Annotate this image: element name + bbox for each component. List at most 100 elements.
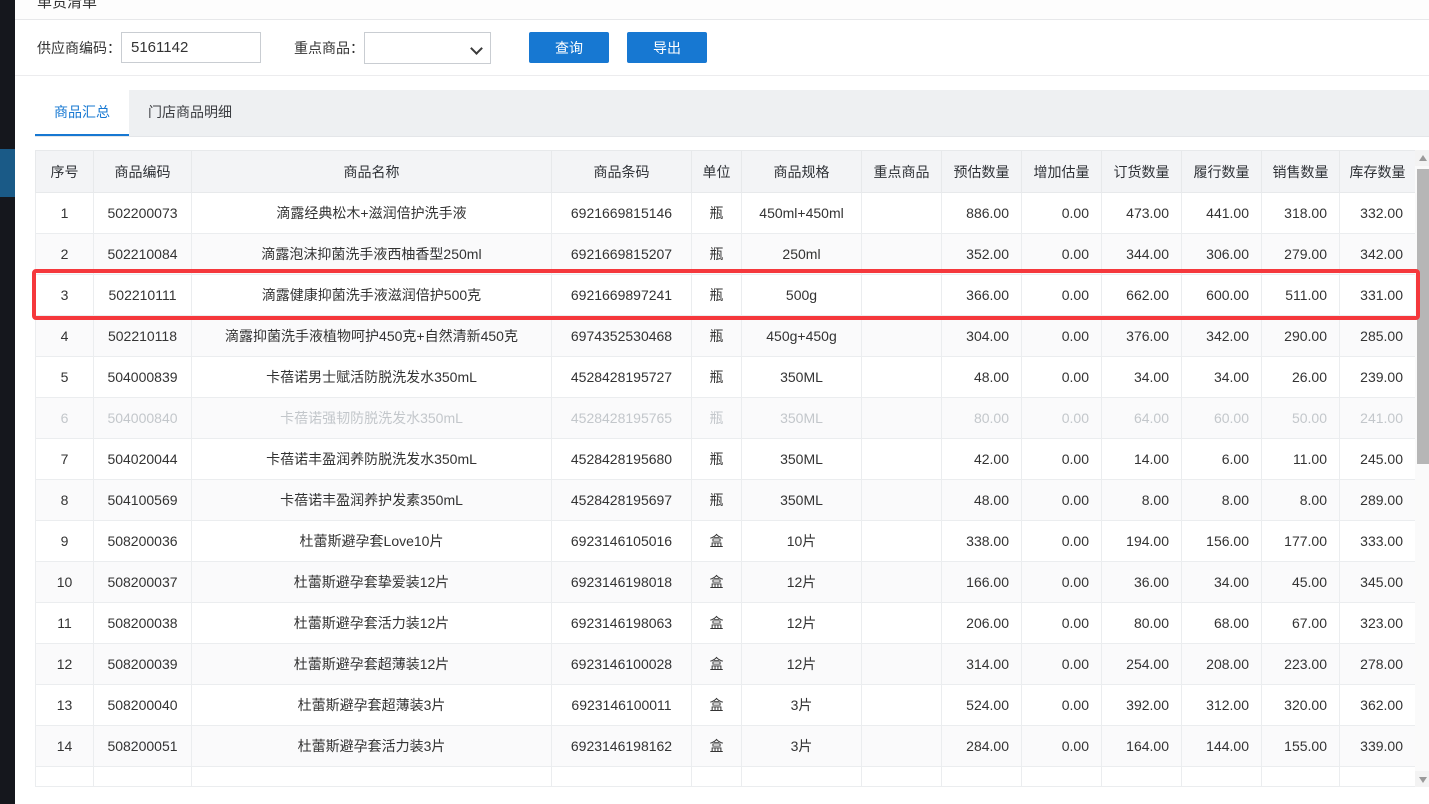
tab-strip: 商品汇总 门店商品明细 bbox=[35, 90, 1429, 137]
table-header: 序号商品编码商品名称商品条码单位商品规格重点商品预估数量增加估量订货数量履行数量… bbox=[36, 151, 1416, 193]
vertical-scrollbar[interactable] bbox=[1415, 150, 1429, 787]
table-row[interactable]: 8504100569卡蓓诺丰盈润养护发素350mL4528428195697瓶3… bbox=[36, 480, 1416, 521]
table-cell: 0.00 bbox=[1022, 357, 1102, 398]
table-cell: 2 bbox=[36, 234, 94, 275]
table-cell: 14 bbox=[36, 726, 94, 767]
table-cell: 滴露经典松木+滋润倍护洗手液 bbox=[192, 193, 552, 234]
scroll-up-icon[interactable] bbox=[1415, 150, 1429, 166]
table-cell: 0.00 bbox=[1022, 316, 1102, 357]
table-cell: 278.00 bbox=[1340, 644, 1416, 685]
table-row[interactable]: 10508200037杜蕾斯避孕套挚爱装12片6923146198018盒12片… bbox=[36, 562, 1416, 603]
table-cell: 345.00 bbox=[1340, 562, 1416, 603]
table-cell: 4528428195765 bbox=[552, 398, 692, 439]
table-cell: 1 bbox=[36, 193, 94, 234]
table-cell: 508200040 bbox=[94, 685, 192, 726]
table-cell: 164.00 bbox=[1102, 726, 1182, 767]
table-cell: 11 bbox=[36, 603, 94, 644]
product-table-wrap: 序号商品编码商品名称商品条码单位商品规格重点商品预估数量增加估量订货数量履行数量… bbox=[35, 150, 1429, 787]
tab-product-summary[interactable]: 商品汇总 bbox=[35, 90, 129, 136]
table-row[interactable]: 4502210118滴露抑菌洗手液植物呵护450克+自然清新450克697435… bbox=[36, 316, 1416, 357]
table-row[interactable]: 7504020044卡蓓诺丰盈润养防脱洗发水350mL4528428195680… bbox=[36, 439, 1416, 480]
key-product-select[interactable] bbox=[364, 32, 491, 64]
table-row[interactable]: 1502200073滴露经典松木+滋润倍护洗手液6921669815146瓶45… bbox=[36, 193, 1416, 234]
table-cell: 滴露健康抑菌洗手液滋润倍护500克 bbox=[192, 275, 552, 316]
table-cell: 304.00 bbox=[942, 316, 1022, 357]
table-cell bbox=[192, 767, 552, 787]
sidebar-active-item[interactable] bbox=[0, 149, 15, 197]
table-cell: 0.00 bbox=[1022, 562, 1102, 603]
table-cell bbox=[862, 644, 942, 685]
table-cell: 177.00 bbox=[1262, 521, 1340, 562]
table-row[interactable]: 6504000840卡蓓诺强韧防脱洗发水350mL4528428195765瓶3… bbox=[36, 398, 1416, 439]
table-cell: 0.00 bbox=[1022, 480, 1102, 521]
supplier-code-input[interactable] bbox=[121, 32, 261, 63]
table-cell bbox=[1022, 767, 1102, 787]
table-cell: 502210118 bbox=[94, 316, 192, 357]
table-cell: 80.00 bbox=[1102, 603, 1182, 644]
table-cell: 0.00 bbox=[1022, 398, 1102, 439]
table-cell: 350ML bbox=[742, 480, 862, 521]
table-cell bbox=[862, 275, 942, 316]
table-cell: 0.00 bbox=[1022, 193, 1102, 234]
table-cell: 331.00 bbox=[1340, 275, 1416, 316]
table-row[interactable]: 14508200051杜蕾斯避孕套活力装3片6923146198162盒3片28… bbox=[36, 726, 1416, 767]
table-cell: 504000839 bbox=[94, 357, 192, 398]
table-cell: 241.00 bbox=[1340, 398, 1416, 439]
table-cell: 10片 bbox=[742, 521, 862, 562]
table-cell bbox=[862, 193, 942, 234]
table-cell: 6923146198162 bbox=[552, 726, 692, 767]
table-cell: 6921669815146 bbox=[552, 193, 692, 234]
table-cell: 156.00 bbox=[1182, 521, 1262, 562]
table-cell: 0.00 bbox=[1022, 644, 1102, 685]
table-cell: 瓶 bbox=[692, 193, 742, 234]
table-cell: 0.00 bbox=[1022, 603, 1102, 644]
column-header: 序号 bbox=[36, 151, 94, 193]
query-button[interactable]: 查询 bbox=[529, 32, 609, 63]
table-cell bbox=[862, 316, 942, 357]
table-cell: 306.00 bbox=[1182, 234, 1262, 275]
table-cell: 34.00 bbox=[1182, 357, 1262, 398]
scrollbar-thumb[interactable] bbox=[1417, 169, 1429, 464]
table-cell: 36.00 bbox=[1102, 562, 1182, 603]
table-cell: 6921669897241 bbox=[552, 275, 692, 316]
table-cell: 350ML bbox=[742, 398, 862, 439]
table-cell: 4528428195727 bbox=[552, 357, 692, 398]
table-cell: 320.00 bbox=[1262, 685, 1340, 726]
column-header: 商品编码 bbox=[94, 151, 192, 193]
table-row[interactable]: 3502210111滴露健康抑菌洗手液滋润倍护500克6921669897241… bbox=[36, 275, 1416, 316]
table-cell: 瓶 bbox=[692, 316, 742, 357]
table-cell: 盒 bbox=[692, 562, 742, 603]
table-row[interactable]: 5504000839卡蓓诺男士赋活防脱洗发水350mL4528428195727… bbox=[36, 357, 1416, 398]
table-cell: 10 bbox=[36, 562, 94, 603]
table-cell: 卡蓓诺丰盈润养护发素350mL bbox=[192, 480, 552, 521]
table-row[interactable]: 11508200038杜蕾斯避孕套活力装12片6923146198063盒12片… bbox=[36, 603, 1416, 644]
table-cell: 12片 bbox=[742, 603, 862, 644]
table-cell: 杜蕾斯避孕套挚爱装12片 bbox=[192, 562, 552, 603]
table-cell: 滴露抑菌洗手液植物呵护450克+自然清新450克 bbox=[192, 316, 552, 357]
table-row[interactable]: 2502210084滴露泡沫抑菌洗手液西柚香型250ml692166981520… bbox=[36, 234, 1416, 275]
table-cell: 524.00 bbox=[942, 685, 1022, 726]
export-button[interactable]: 导出 bbox=[627, 32, 707, 63]
table-cell: 6923146105016 bbox=[552, 521, 692, 562]
table-cell: 245.00 bbox=[1340, 439, 1416, 480]
table-row[interactable]: 12508200039杜蕾斯避孕套超薄装12片6923146100028盒12片… bbox=[36, 644, 1416, 685]
table-cell: 511.00 bbox=[1262, 275, 1340, 316]
table-cell: 0.00 bbox=[1022, 521, 1102, 562]
table-cell bbox=[94, 767, 192, 787]
table-cell: 318.00 bbox=[1262, 193, 1340, 234]
scroll-down-icon[interactable] bbox=[1415, 771, 1429, 787]
tab-store-product-detail[interactable]: 门店商品明细 bbox=[129, 90, 251, 136]
column-header: 单位 bbox=[692, 151, 742, 193]
table-cell: 80.00 bbox=[942, 398, 1022, 439]
table-cell: 杜蕾斯避孕套超薄装3片 bbox=[192, 685, 552, 726]
table-cell: 508200037 bbox=[94, 562, 192, 603]
table-cell: 42.00 bbox=[942, 439, 1022, 480]
table-cell bbox=[1182, 767, 1262, 787]
column-header: 重点商品 bbox=[862, 151, 942, 193]
table-cell: 3 bbox=[36, 275, 94, 316]
table-cell: 339.00 bbox=[1340, 726, 1416, 767]
table-cell: 144.00 bbox=[1182, 726, 1262, 767]
table-cell: 6974352530468 bbox=[552, 316, 692, 357]
table-row[interactable]: 9508200036杜蕾斯避孕套Love10片6923146105016盒10片… bbox=[36, 521, 1416, 562]
table-row[interactable]: 13508200040杜蕾斯避孕套超薄装3片6923146100011盒3片52… bbox=[36, 685, 1416, 726]
